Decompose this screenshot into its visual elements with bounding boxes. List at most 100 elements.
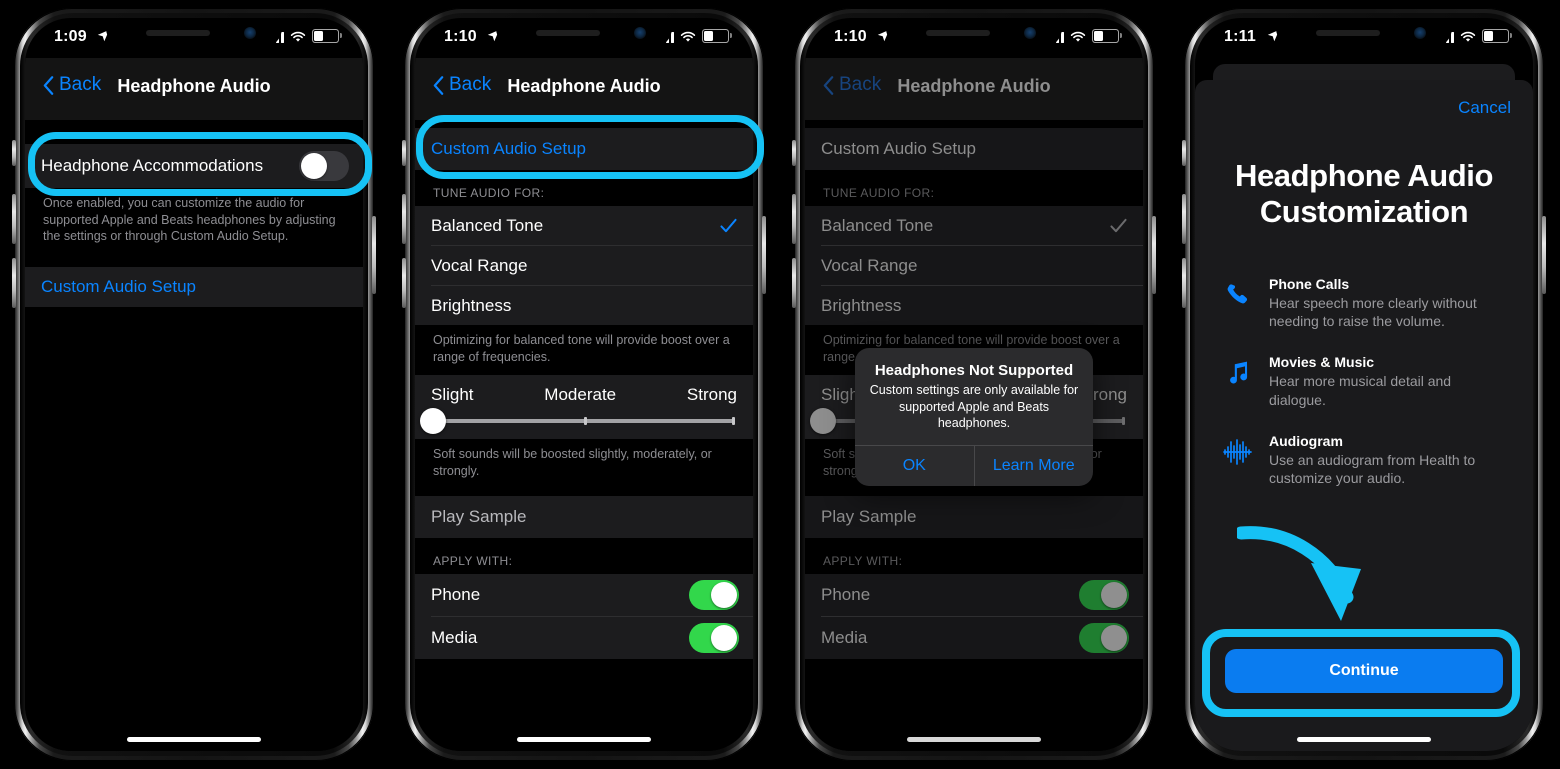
feature-title: Phone Calls <box>1269 276 1350 292</box>
battery-icon <box>312 29 342 43</box>
cancel-button[interactable]: Cancel <box>1458 98 1511 118</box>
continue-button[interactable]: Continue <box>1225 649 1503 693</box>
home-indicator[interactable] <box>1297 737 1431 742</box>
page-title: Headphone Audio <box>507 76 661 96</box>
feature-desc: Use an audiogram from Health to customiz… <box>1269 451 1476 486</box>
volume-up-button[interactable] <box>402 194 406 244</box>
slider-thumb[interactable] <box>420 408 446 435</box>
row-custom-audio-setup[interactable]: Custom Audio Setup <box>415 128 753 170</box>
notch <box>106 18 282 48</box>
volume-up-button[interactable] <box>12 194 16 244</box>
feature-audiogram: Audiogram Use an audiogram from Health t… <box>1221 433 1511 487</box>
annotation-arrow <box>1237 526 1361 621</box>
power-button[interactable] <box>1542 216 1546 294</box>
power-button[interactable] <box>762 216 766 294</box>
sheet-title: Headphone Audio Customization <box>1234 158 1494 229</box>
feature-phone-calls: Phone Calls Hear speech more clearly wit… <box>1221 276 1511 330</box>
phone-2-screen: 1:10 Back Headphone Audio Custom Audio S… <box>415 18 753 751</box>
notch <box>496 18 672 48</box>
custom-audio-setup-group: Custom Audio Setup <box>415 128 753 170</box>
wifi-icon <box>1460 31 1476 42</box>
row-media[interactable]: Media <box>415 617 753 659</box>
status-time: 1:10 <box>834 28 867 45</box>
earpiece-speaker-icon <box>536 30 600 36</box>
phone-3-screen: 1:10 Back Headphone Audio Custom Audio S… <box>805 18 1143 751</box>
slider-tick-end <box>732 417 735 426</box>
alert-buttons: OK Learn More <box>855 444 1094 486</box>
audiogram-waveform-icon <box>1221 433 1255 487</box>
alert-learn-more-button[interactable]: Learn More <box>973 445 1094 486</box>
headphone-accommodations-toggle[interactable] <box>299 151 349 181</box>
slider-label-moderate: Moderate <box>544 385 617 405</box>
feature-movies-music: Movies & Music Hear more musical detail … <box>1221 354 1511 408</box>
slider-labels: Slight Moderate Strong <box>431 385 737 419</box>
phone-2: 1:10 Back Headphone Audio Custom Audio S… <box>402 8 766 761</box>
volume-down-button[interactable] <box>792 258 796 308</box>
wifi-icon <box>290 31 306 42</box>
volume-down-button[interactable] <box>402 258 406 308</box>
custom-audio-setup-group: Custom Audio Setup <box>25 266 363 307</box>
row-label: Vocal Range <box>431 255 528 275</box>
media-toggle[interactable] <box>689 622 739 653</box>
volume-down-button[interactable] <box>12 258 16 308</box>
row-vocal-range[interactable]: Vocal Range <box>415 246 753 285</box>
accommodations-footer: Once enabled, you can customize the audi… <box>43 196 336 244</box>
slider-label-slight: Slight <box>431 385 474 405</box>
status-time: 1:09 <box>54 28 87 45</box>
feature-desc: Hear speech more clearly without needing… <box>1269 295 1477 330</box>
volume-down-button[interactable] <box>1182 258 1186 308</box>
wifi-icon <box>680 31 696 42</box>
mute-switch[interactable] <box>792 140 796 166</box>
alert-scrim: Headphones Not Supported Custom settings… <box>805 58 1143 751</box>
alert-message: Custom settings are only available for s… <box>869 383 1079 430</box>
apply-with-group: Phone Media <box>415 573 753 659</box>
feature-desc: Hear more musical detail and dialogue. <box>1269 373 1452 408</box>
slider-label-strong: Strong <box>686 385 737 405</box>
status-time: 1:11 <box>1224 28 1256 45</box>
power-button[interactable] <box>1152 216 1156 294</box>
slider-tick-mid <box>584 417 587 426</box>
phone-toggle[interactable] <box>689 579 739 610</box>
custom-audio-setup-label: Custom Audio Setup <box>41 276 196 296</box>
nav-bar: Back Headphone Audio <box>415 58 753 120</box>
phone-1-content: Back Headphone Audio Headphone Accommoda… <box>25 58 363 751</box>
apply-with-header: APPLY WITH: <box>433 553 513 568</box>
home-indicator[interactable] <box>127 737 261 742</box>
feature-text: Movies & Music Hear more musical detail … <box>1269 354 1511 408</box>
toggle-knob <box>711 581 737 608</box>
power-button[interactable] <box>372 216 376 294</box>
phone-1-screen: 1:09 Back Headphone Audio Headphone Acco… <box>25 18 363 751</box>
music-note-icon <box>1221 354 1255 408</box>
tune-audio-group: Balanced Tone Vocal Range Brightness <box>415 206 753 325</box>
feature-title: Movies & Music <box>1269 354 1375 371</box>
phone-4-screen: 1:11 Cancel Headphone Audio Customizatio… <box>1195 18 1533 751</box>
notch <box>886 18 1062 48</box>
battery-icon <box>702 29 732 43</box>
alert-title: Headphones Not Supported <box>874 362 1074 379</box>
row-play-sample[interactable]: Play Sample <box>415 496 753 538</box>
row-phone[interactable]: Phone <box>415 574 753 616</box>
boost-slider[interactable] <box>420 408 735 435</box>
home-indicator[interactable] <box>517 737 651 742</box>
toggle-knob <box>711 624 737 651</box>
headphone-customization-sheet: Cancel Headphone Audio Customization Pho… <box>1195 80 1533 751</box>
mute-switch[interactable] <box>12 140 16 166</box>
screenshot-canvas: 1:09 Back Headphone Audio Headphone Acco… <box>0 0 1560 769</box>
volume-up-button[interactable] <box>792 194 796 244</box>
alert-ok-button[interactable]: OK <box>855 446 974 486</box>
status-time: 1:10 <box>444 28 477 45</box>
mute-switch[interactable] <box>402 140 406 166</box>
phone-2-content: Back Headphone Audio Custom Audio Setup … <box>415 58 753 751</box>
notch <box>1276 18 1452 48</box>
mute-switch[interactable] <box>1182 140 1186 166</box>
tune-audio-footer: Optimizing for balanced tone will provid… <box>433 333 730 364</box>
row-custom-audio-setup[interactable]: Custom Audio Setup <box>25 267 363 307</box>
tune-audio-header: TUNE AUDIO FOR: <box>433 186 545 200</box>
front-camera-icon <box>634 27 646 39</box>
row-brightness[interactable]: Brightness <box>415 286 753 325</box>
row-headphone-accommodations[interactable]: Headphone Accommodations <box>25 144 363 188</box>
battery-icon <box>1482 29 1512 43</box>
phone-1: 1:09 Back Headphone Audio Headphone Acco… <box>12 8 376 761</box>
volume-up-button[interactable] <box>1182 194 1186 244</box>
row-balanced-tone[interactable]: Balanced Tone <box>415 206 753 245</box>
